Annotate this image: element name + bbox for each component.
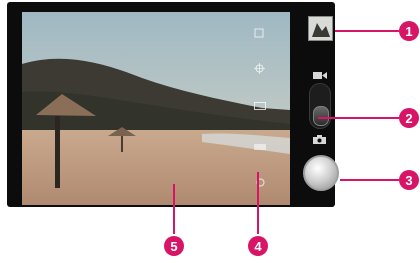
callout-badge-2: 2 [399, 108, 419, 128]
callout-badge-3: 3 [399, 170, 419, 190]
control-rail [297, 2, 342, 207]
callout-line-3 [340, 179, 399, 181]
callout-line-5 [173, 184, 175, 234]
shutter-button[interactable] [303, 155, 339, 191]
callout-badge-1: 1 [399, 21, 419, 41]
viewfinder[interactable] [22, 12, 290, 205]
camera-icon [313, 135, 326, 144]
callout-line-4 [257, 172, 259, 234]
camera-video-switch[interactable] [309, 83, 331, 129]
callout-line-2 [318, 117, 399, 119]
exposure-icon[interactable] [254, 144, 266, 150]
video-camera-icon [313, 71, 327, 80]
camera-screen [7, 2, 339, 207]
callout-badge-5: 5 [164, 236, 184, 256]
switch-knob[interactable] [313, 106, 329, 126]
settings-icon[interactable] [254, 28, 264, 38]
beach-preview-image [22, 12, 290, 205]
flash-icon[interactable] [254, 102, 266, 110]
scene-icon[interactable] [254, 63, 265, 74]
callout-badge-4: 4 [248, 236, 268, 256]
callout-line-1 [335, 30, 399, 32]
last-photo-thumbnail[interactable] [308, 16, 333, 41]
